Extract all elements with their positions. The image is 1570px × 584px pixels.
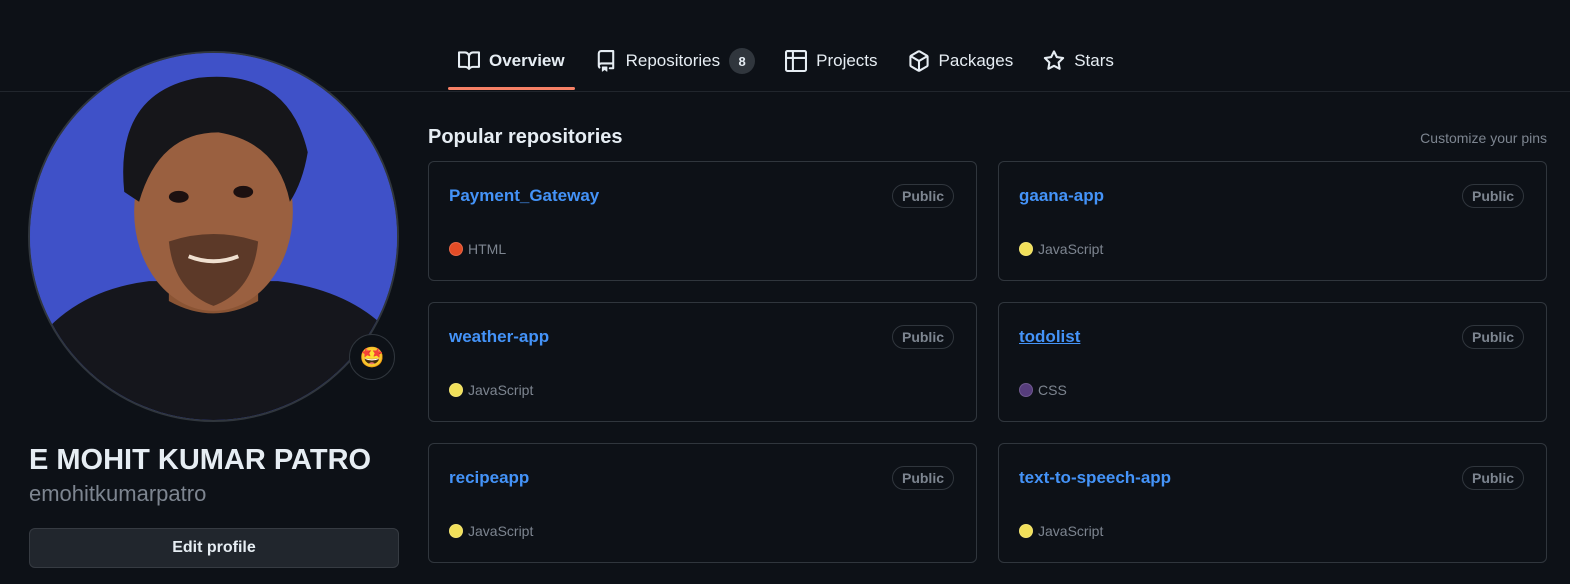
language-color-dot (449, 242, 463, 256)
language-label: JavaScript (1038, 523, 1104, 539)
edit-profile-button[interactable]: Edit profile (29, 528, 399, 568)
visibility-badge: Public (1461, 466, 1524, 490)
repo-language: CSS (1019, 382, 1067, 398)
avatar-container: 🤩 (28, 51, 399, 422)
repo-name-link[interactable]: gaana-app (1019, 186, 1104, 206)
repo-icon (595, 50, 617, 72)
repo-language: JavaScript (449, 382, 533, 398)
table-icon (785, 50, 808, 72)
repo-name-link[interactable]: Payment_Gateway (449, 186, 599, 206)
book-icon (458, 50, 480, 72)
language-color-dot (449, 383, 463, 397)
language-color-dot (1019, 383, 1033, 397)
visibility-badge: Public (1461, 325, 1524, 349)
language-label: JavaScript (468, 382, 534, 398)
profile-username: emohitkumarpatro (29, 481, 207, 506)
popular-repositories-heading: Popular repositories (428, 126, 623, 148)
visibility-badge: Public (891, 325, 954, 349)
repo-card: weather-app Public JavaScript (428, 302, 977, 422)
star-struck-emoji-icon: 🤩 (359, 346, 385, 369)
repositories-count-badge: 8 (729, 48, 756, 74)
tab-projects[interactable]: Projects (775, 40, 887, 82)
language-label: HTML (468, 241, 507, 257)
pinned-repositories-grid: Payment_Gateway Public HTML gaana-app Pu… (428, 161, 1547, 563)
tab-label: Stars (1074, 51, 1114, 70)
tab-overview[interactable]: Overview (448, 40, 575, 90)
tab-repositories[interactable]: Repositories 8 (585, 40, 766, 82)
tab-packages[interactable]: Packages (898, 40, 1024, 82)
language-label: JavaScript (1038, 241, 1104, 257)
repo-card: text-to-speech-app Public JavaScript (998, 443, 1547, 563)
profile-full-name: E MOHIT KUMAR PATRO (29, 444, 372, 476)
visibility-badge: Public (1461, 184, 1524, 208)
repo-name-link[interactable]: todolist (1019, 327, 1080, 347)
repo-name-link[interactable]: weather-app (449, 327, 549, 347)
language-label: JavaScript (468, 523, 534, 539)
tab-label: Overview (489, 51, 565, 70)
repo-card: Payment_Gateway Public HTML (428, 161, 977, 281)
tab-label: Repositories (625, 51, 721, 70)
visibility-badge: Public (891, 184, 954, 208)
language-color-dot (449, 524, 463, 538)
customize-pins-link[interactable]: Customize your pins (1420, 130, 1547, 146)
repo-language: JavaScript (1019, 241, 1103, 257)
language-color-dot (1019, 242, 1033, 256)
language-label: CSS (1038, 382, 1067, 398)
tab-label: Packages (938, 51, 1014, 70)
status-emoji-button[interactable]: 🤩 (349, 334, 395, 380)
avatar[interactable] (28, 51, 399, 422)
package-icon (908, 50, 930, 72)
tab-stars[interactable]: Stars (1033, 40, 1124, 82)
repo-name-link[interactable]: recipeapp (449, 468, 529, 488)
tab-label: Projects (816, 51, 878, 70)
visibility-badge: Public (891, 466, 954, 490)
repo-language: JavaScript (449, 523, 533, 539)
star-icon (1043, 50, 1065, 72)
avatar-image (30, 53, 397, 420)
repo-card: gaana-app Public JavaScript (998, 161, 1547, 281)
profile-tabs: Overview Repositories 8 Projects Package… (448, 40, 1134, 91)
repo-name-link[interactable]: text-to-speech-app (1019, 468, 1171, 488)
repo-language: HTML (449, 241, 506, 257)
language-color-dot (1019, 524, 1033, 538)
repo-language: JavaScript (1019, 523, 1103, 539)
repo-card: todolist Public CSS (998, 302, 1547, 422)
repo-card: recipeapp Public JavaScript (428, 443, 977, 563)
